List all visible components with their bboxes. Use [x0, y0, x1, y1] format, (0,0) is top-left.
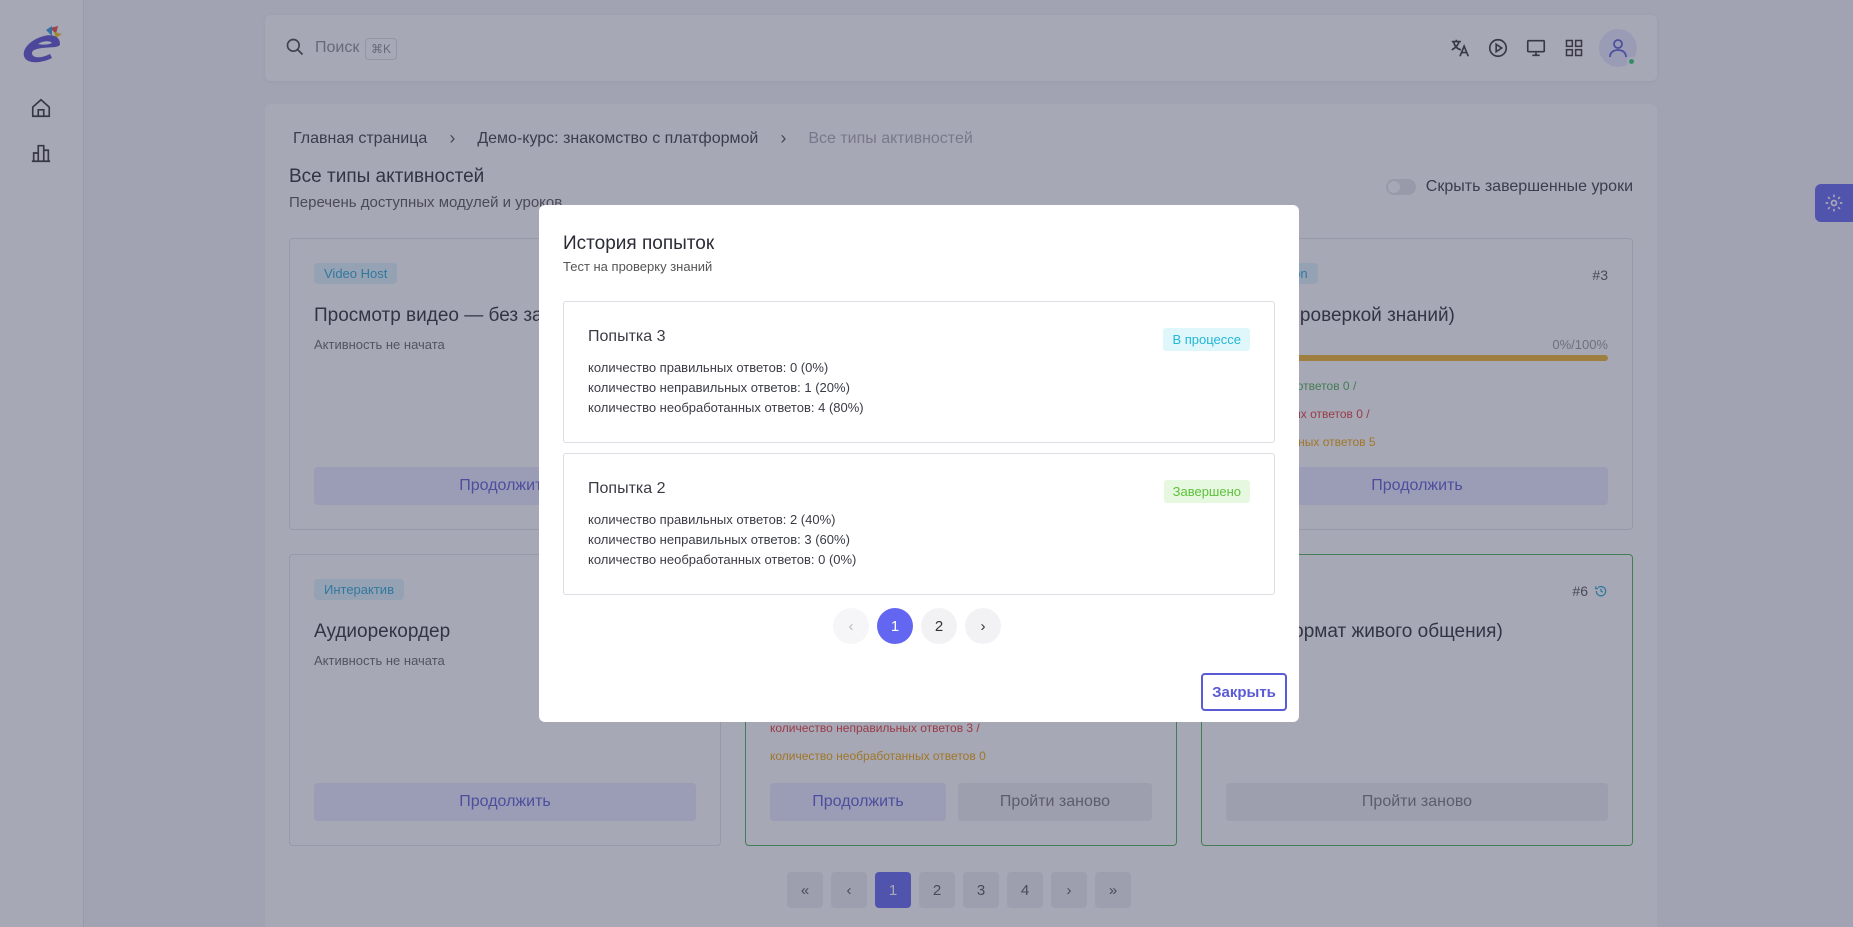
status-badge: Завершено: [1163, 480, 1250, 503]
modal-title: История попыток: [563, 233, 715, 254]
incorrect-answers-line: количество неправильных ответов: 1 (20%): [588, 380, 850, 395]
modal-page-button-1[interactable]: 1: [877, 608, 913, 644]
correct-answers-line: количество правильных ответов: 0 (0%): [588, 360, 829, 375]
modal-pagination: ‹ 1 2 ›: [833, 608, 1001, 644]
incorrect-answers-line: количество неправильных ответов: 3 (60%): [588, 532, 850, 547]
unprocessed-answers-line: количество необработанных ответов: 0 (0%…: [588, 552, 857, 567]
attempt-title: Попытка 3: [588, 328, 666, 345]
unprocessed-answers-line: количество необработанных ответов: 4 (80…: [588, 400, 864, 415]
correct-answers-line: количество правильных ответов: 2 (40%): [588, 512, 836, 527]
modal-next-button[interactable]: ›: [965, 608, 1001, 644]
attempt-title: Попытка 2: [588, 480, 666, 497]
status-badge: В процессе: [1163, 328, 1250, 351]
attempt-card: Попытка 2 Завершено количество правильны…: [563, 453, 1275, 595]
attempt-history-modal: История попыток Тест на проверку знаний …: [539, 205, 1299, 722]
modal-page-button-2[interactable]: 2: [921, 608, 957, 644]
modal-subtitle: Тест на проверку знаний: [563, 259, 713, 274]
attempt-card: Попытка 3 В процессе количество правильн…: [563, 301, 1275, 443]
modal-prev-button[interactable]: ‹: [833, 608, 869, 644]
close-button[interactable]: Закрыть: [1201, 673, 1287, 711]
